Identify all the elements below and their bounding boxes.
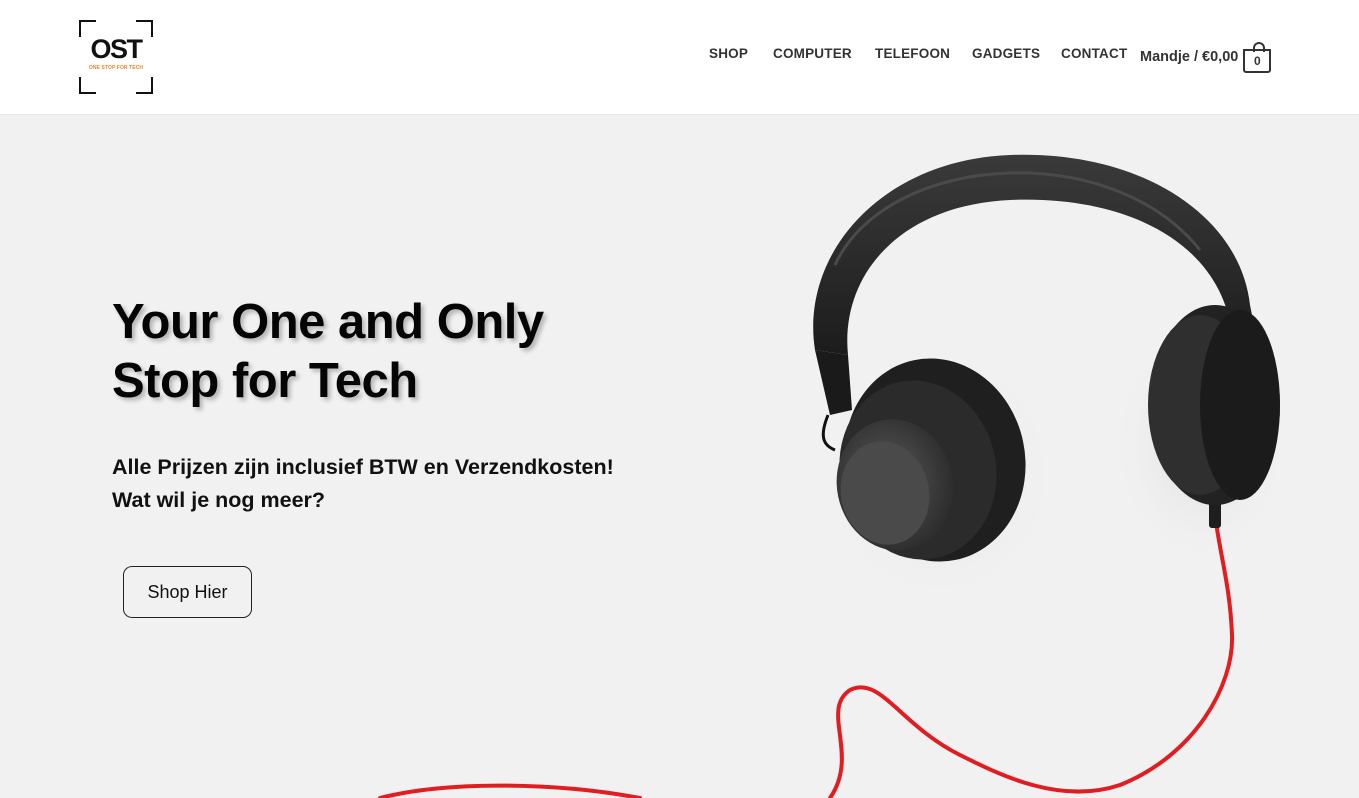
nav-computer[interactable]: COMPUTER — [773, 46, 852, 61]
logo-text: OST — [90, 34, 143, 64]
site-header: OST ONE STOP FOR TECH SHOP COMPUTER TELE… — [0, 0, 1359, 115]
shop-here-button[interactable]: Shop Hier — [123, 566, 252, 618]
logo-tagline: ONE STOP FOR TECH — [88, 65, 144, 71]
cart-button[interactable]: Mandje / €0,00 0 — [1140, 40, 1272, 74]
hero-subtitle: Alle Prijzen zijn inclusief BTW en Verze… — [112, 451, 672, 517]
hero-title-line-2: Stop for Tech — [112, 354, 418, 408]
cart-total: Mandje / €0,00 — [1140, 49, 1239, 65]
nav-telefoon[interactable]: TELEFOON — [875, 46, 950, 61]
hero-subtitle-line-2: Wat wil je nog meer? — [112, 488, 326, 512]
cart-count: 0 — [1253, 54, 1261, 68]
nav-gadgets[interactable]: GADGETS — [972, 46, 1040, 61]
hero-subtitle-line-1: Alle Prijzen zijn inclusief BTW en Verze… — [112, 455, 614, 479]
shopping-bag-icon: 0 — [1243, 42, 1272, 73]
hero-title: Your One and Only Stop for Tech — [112, 293, 632, 411]
nav-shop[interactable]: SHOP — [709, 46, 748, 61]
site-logo[interactable]: OST ONE STOP FOR TECH — [78, 19, 154, 95]
nav-contact[interactable]: CONTACT — [1061, 46, 1127, 61]
hero-title-line-1: Your One and Only — [112, 295, 544, 349]
hero-section: Your One and Only Stop for Tech Alle Pri… — [0, 115, 1359, 798]
